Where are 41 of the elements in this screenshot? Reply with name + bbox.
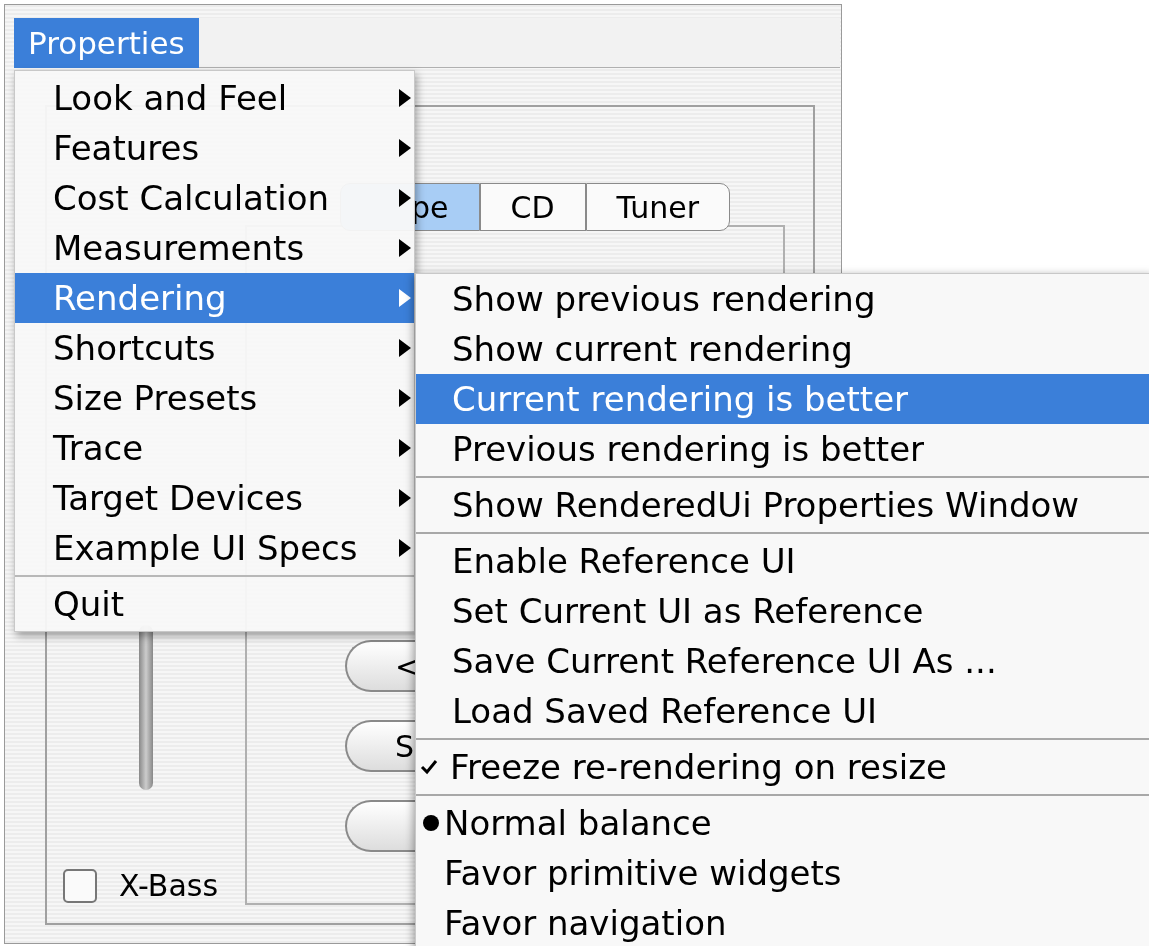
menu-item[interactable]: Look and Feel — [15, 73, 414, 123]
pill-button[interactable] — [345, 800, 415, 852]
tab[interactable]: CD — [479, 183, 586, 231]
menu-item[interactable]: Measurements — [15, 223, 414, 273]
menu-item[interactable]: Size Presets — [15, 373, 414, 423]
submenu-arrow-icon — [398, 138, 412, 158]
submenu-arrow-icon — [398, 388, 412, 408]
submenu-arrow-icon — [398, 238, 412, 258]
submenu-arrow-icon — [398, 288, 412, 308]
menu-item[interactable]: Rendering — [15, 273, 414, 323]
menu-item[interactable]: Normal balance — [416, 798, 1149, 848]
menu-item[interactable]: Target Devices — [15, 473, 414, 523]
menu-item[interactable]: Favor navigation — [416, 898, 1149, 946]
submenu-arrow-icon — [398, 488, 412, 508]
menu-item[interactable]: Freeze re-rendering on resize — [416, 742, 1149, 792]
submenu-arrow-icon — [398, 538, 412, 558]
menu-item[interactable]: Example UI Specs — [15, 523, 414, 573]
menu-item[interactable]: Shortcuts — [15, 323, 414, 373]
menu-item[interactable]: Trace — [15, 423, 414, 473]
menu-title[interactable]: Properties — [14, 18, 199, 68]
menu-item[interactable]: Save Current Reference UI As ... — [416, 636, 1149, 686]
menu-item[interactable]: Show RenderedUi Properties Window — [416, 480, 1149, 530]
menu-item[interactable]: Previous rendering is better — [416, 424, 1149, 474]
submenu-arrow-icon — [398, 88, 412, 108]
menu-item[interactable]: Current rendering is better — [416, 374, 1149, 424]
tab[interactable]: Tuner — [585, 183, 731, 231]
menu-item[interactable]: Enable Reference UI — [416, 536, 1149, 586]
checkbox[interactable] — [63, 868, 97, 903]
menu-item[interactable]: Features — [15, 123, 414, 173]
menu-item[interactable]: Quit — [15, 579, 414, 629]
submenu-arrow-icon — [398, 438, 412, 458]
menu-item[interactable]: Load Saved Reference UI — [416, 686, 1149, 736]
menu-item[interactable]: Cost Calculation — [15, 173, 414, 223]
menu-item[interactable]: Favor primitive widgets — [416, 848, 1149, 898]
menu-item[interactable]: Show previous rendering — [416, 274, 1149, 324]
menu-item[interactable]: Show current rendering — [416, 324, 1149, 374]
checkbox-label: X-Bass — [119, 867, 219, 905]
menu-item[interactable]: Set Current UI as Reference — [416, 586, 1149, 636]
submenu-arrow-icon — [398, 188, 412, 208]
submenu-arrow-icon — [398, 338, 412, 358]
pill-button[interactable]: S — [345, 720, 415, 772]
